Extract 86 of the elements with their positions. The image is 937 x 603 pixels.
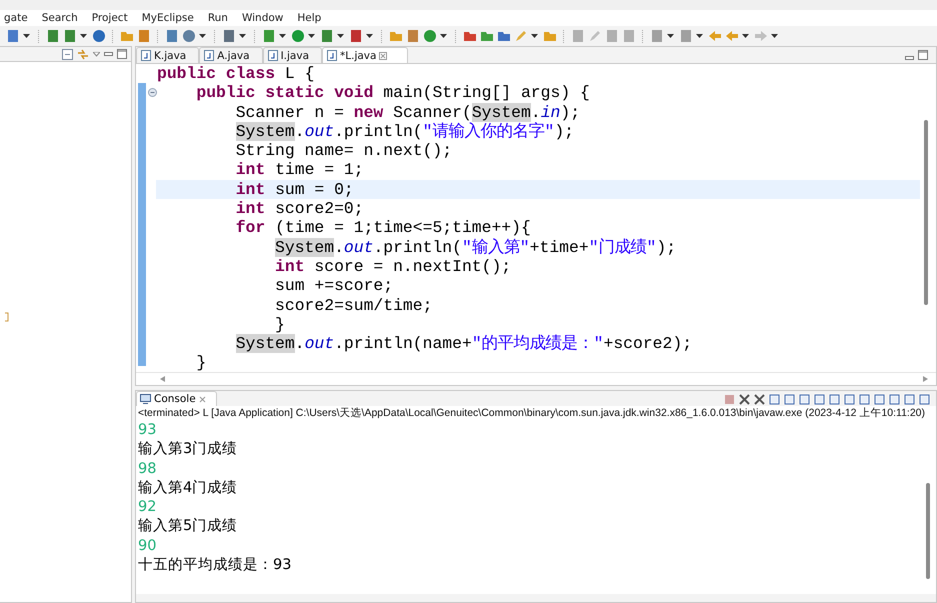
- editor-tab[interactable]: I.java: [262, 47, 322, 63]
- caret-icon[interactable]: [742, 34, 749, 38]
- caret-icon[interactable]: [337, 34, 344, 38]
- code-line: public class L {: [157, 64, 314, 83]
- folder-icon[interactable]: [463, 29, 477, 43]
- code-line: System.out.println("请输入你的名字");: [234, 122, 574, 141]
- folder-icon[interactable]: [497, 29, 511, 43]
- link-icon[interactable]: [77, 48, 89, 60]
- bracket-icon: [4, 312, 9, 322]
- console-tool-icon[interactable]: [919, 394, 930, 404]
- close-icon[interactable]: [379, 52, 388, 60]
- java-file-icon: [327, 50, 338, 61]
- code-line: }: [274, 314, 285, 334]
- console-tool-icon[interactable]: [904, 394, 915, 404]
- console-tool-icon[interactable]: [889, 394, 900, 404]
- code-line: System.out.println("输入第"+time+"门成绩");: [274, 238, 676, 257]
- code-line: int time = 1;: [234, 160, 364, 180]
- fold-icon[interactable]: [148, 88, 157, 97]
- caret-icon[interactable]: [531, 34, 538, 38]
- caret-icon[interactable]: [239, 34, 246, 38]
- code-line: }: [195, 353, 206, 372]
- console-tool-icon[interactable]: [799, 394, 810, 404]
- menu-item[interactable]: Help: [297, 12, 322, 24]
- caret-icon[interactable]: [279, 34, 286, 38]
- caret-icon[interactable]: [23, 34, 30, 38]
- code-line: int score = n.nextInt();: [274, 256, 512, 276]
- minimize-icon[interactable]: [905, 56, 914, 60]
- console-tool-icon[interactable]: [769, 394, 780, 404]
- java-file-icon: [204, 50, 214, 61]
- console-line: 十五的平均成绩是：93: [138, 556, 292, 576]
- folder-icon[interactable]: [480, 29, 494, 43]
- editor-tab[interactable]: K.java: [136, 47, 200, 63]
- maximize-icon[interactable]: [117, 49, 127, 59]
- menu-item[interactable]: gate: [4, 12, 28, 24]
- console-line: 输入第4门成绩: [138, 478, 238, 498]
- scrollbar[interactable]: [136, 594, 936, 602]
- code-line: String name= n.next();: [234, 141, 452, 160]
- console-tool-icon[interactable]: [844, 394, 855, 404]
- caret-icon[interactable]: [667, 34, 674, 38]
- menu-item[interactable]: Run: [208, 12, 228, 24]
- caret-icon[interactable]: [771, 34, 778, 38]
- console-header: <terminated> L [Java Application] C:\Users\天选\AppData\Local\Genuitec\Common\binary\com.sun.java.jdk.win32.x86_1.6.0.013\bin\javaw.exe (2023-4-12 上午10:11:20): [137, 406, 926, 421]
- console-line: 输入第3门成绩: [138, 440, 238, 460]
- console-line: 输入第5门成绩: [138, 517, 238, 536]
- view-menu-icon[interactable]: [93, 52, 100, 56]
- code-line: System.out.println(name+"的平均成绩是："+score2);: [234, 334, 692, 354]
- code-line: int sum = 0;: [234, 180, 354, 199]
- console-line: 93: [138, 421, 158, 440]
- close-icon[interactable]: [198, 396, 206, 402]
- minimize-icon[interactable]: [104, 52, 113, 56]
- editor-tab[interactable]: A.java: [199, 47, 263, 63]
- console-tool-icon[interactable]: [754, 394, 765, 404]
- code-line: for (time = 1;time<=5;time++){: [234, 218, 531, 238]
- caret-icon[interactable]: [80, 34, 87, 38]
- arrow-left-icon[interactable]: [160, 376, 165, 382]
- caret-icon[interactable]: [696, 34, 703, 38]
- console-tool-icon[interactable]: [784, 394, 795, 404]
- menu-item[interactable]: Project: [92, 12, 128, 24]
- code-line: score2=sum/time;: [274, 296, 432, 315]
- caret-icon[interactable]: [440, 34, 447, 38]
- scrollbar[interactable]: [136, 372, 936, 385]
- code-line: Scanner n = new Scanner(System.in);: [234, 102, 580, 122]
- remove-icon[interactable]: [739, 394, 750, 404]
- collapse-icon[interactable]: [62, 48, 73, 60]
- java-file-icon: [268, 50, 278, 61]
- menu-item[interactable]: MyEclipse: [142, 12, 194, 24]
- maximize-icon[interactable]: [918, 50, 928, 60]
- console-tab[interactable]: Console: [136, 391, 217, 406]
- code-line: sum +=score;: [274, 276, 394, 296]
- arrow-right-icon[interactable]: [923, 376, 928, 382]
- menu-item[interactable]: Window: [242, 12, 284, 24]
- console-line: 90: [138, 536, 158, 556]
- console-line: 98: [138, 460, 158, 479]
- console-tool-icon[interactable]: [829, 394, 840, 404]
- menu-item[interactable]: Search: [42, 12, 78, 24]
- console-tool-icon[interactable]: [859, 394, 870, 404]
- editor-tab[interactable]: *L.java: [322, 47, 408, 63]
- caret-icon[interactable]: [308, 34, 315, 38]
- console-tool-icon[interactable]: [874, 394, 885, 404]
- caret-icon[interactable]: [199, 34, 206, 38]
- console-tool-icon[interactable]: [814, 394, 825, 404]
- code-line: int score2=0;: [234, 199, 364, 218]
- console-line: 92: [138, 498, 158, 518]
- code-line: public static void main(String[] args) {: [195, 83, 590, 102]
- caret-icon[interactable]: [366, 34, 373, 38]
- java-file-icon: [141, 50, 151, 61]
